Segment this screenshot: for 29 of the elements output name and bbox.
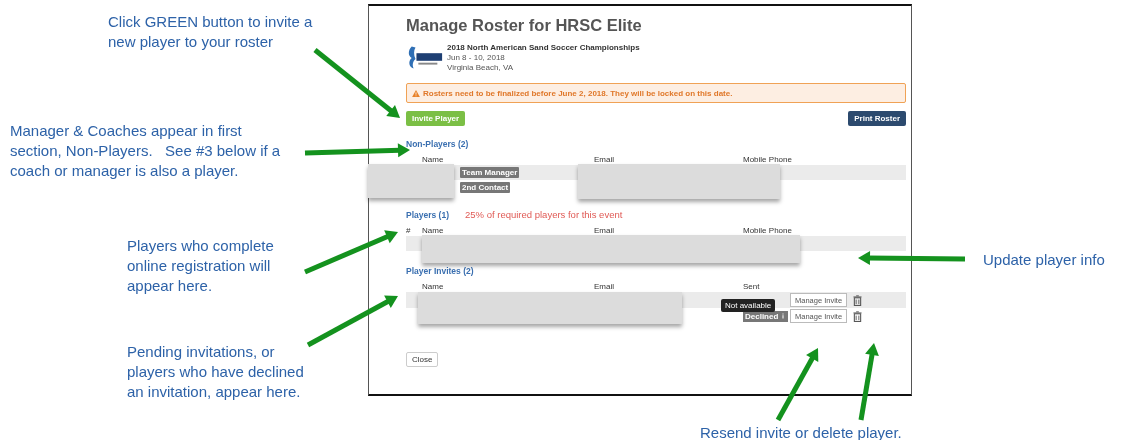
requirement-text: 25% of required players for this event xyxy=(465,209,623,221)
alert-text: Rosters need to be finalized before June 2, 2018. They will be locked on this date. xyxy=(423,88,733,98)
page-title: Manage Roster for HRSC Elite xyxy=(406,15,643,35)
column-header: Sent xyxy=(743,281,761,291)
column-header: Name xyxy=(422,225,445,235)
column-header: Email xyxy=(594,225,615,235)
annotation-text: Pending invitations, or players who have declined an invitation, appear here. xyxy=(127,342,305,402)
column-header: Email xyxy=(594,281,615,291)
annotation-text: Click GREEN button to invite a new player to your roster xyxy=(108,12,314,52)
section-heading: Players (1) xyxy=(406,210,449,221)
event-name: 2018 North American Sand Soccer Championships xyxy=(447,42,640,53)
print-roster-button[interactable]: Print Roster xyxy=(848,111,906,126)
annotation-text: Players who complete online registration will appear here. xyxy=(127,236,275,296)
column-header: Email xyxy=(594,154,615,164)
column-header: Name xyxy=(422,281,445,291)
role-badge: Team Manager xyxy=(460,167,520,178)
column-header: Name xyxy=(422,154,445,164)
event-dates: Jun 8 - 10, 2018 xyxy=(447,53,506,63)
annotation-text: Update player info xyxy=(983,250,1106,270)
section-heading: Non-Players (2) xyxy=(406,139,470,150)
tooltip: Not available xyxy=(721,299,776,312)
close-button[interactable]: Close xyxy=(406,352,439,367)
event-location: Virginia Beach, VA xyxy=(447,63,514,73)
column-header: Mobile Phone xyxy=(743,225,790,235)
column-header: Mobile Phone xyxy=(743,154,790,164)
section-heading: Player Invites (2) xyxy=(406,266,475,277)
annotation-text: Manager & Coaches appear in first section, Non-Players. See #3 below if a coach or manager is also a player. xyxy=(10,121,282,181)
column-header: # xyxy=(406,225,412,235)
role-badge: 2nd Contact xyxy=(460,182,511,193)
